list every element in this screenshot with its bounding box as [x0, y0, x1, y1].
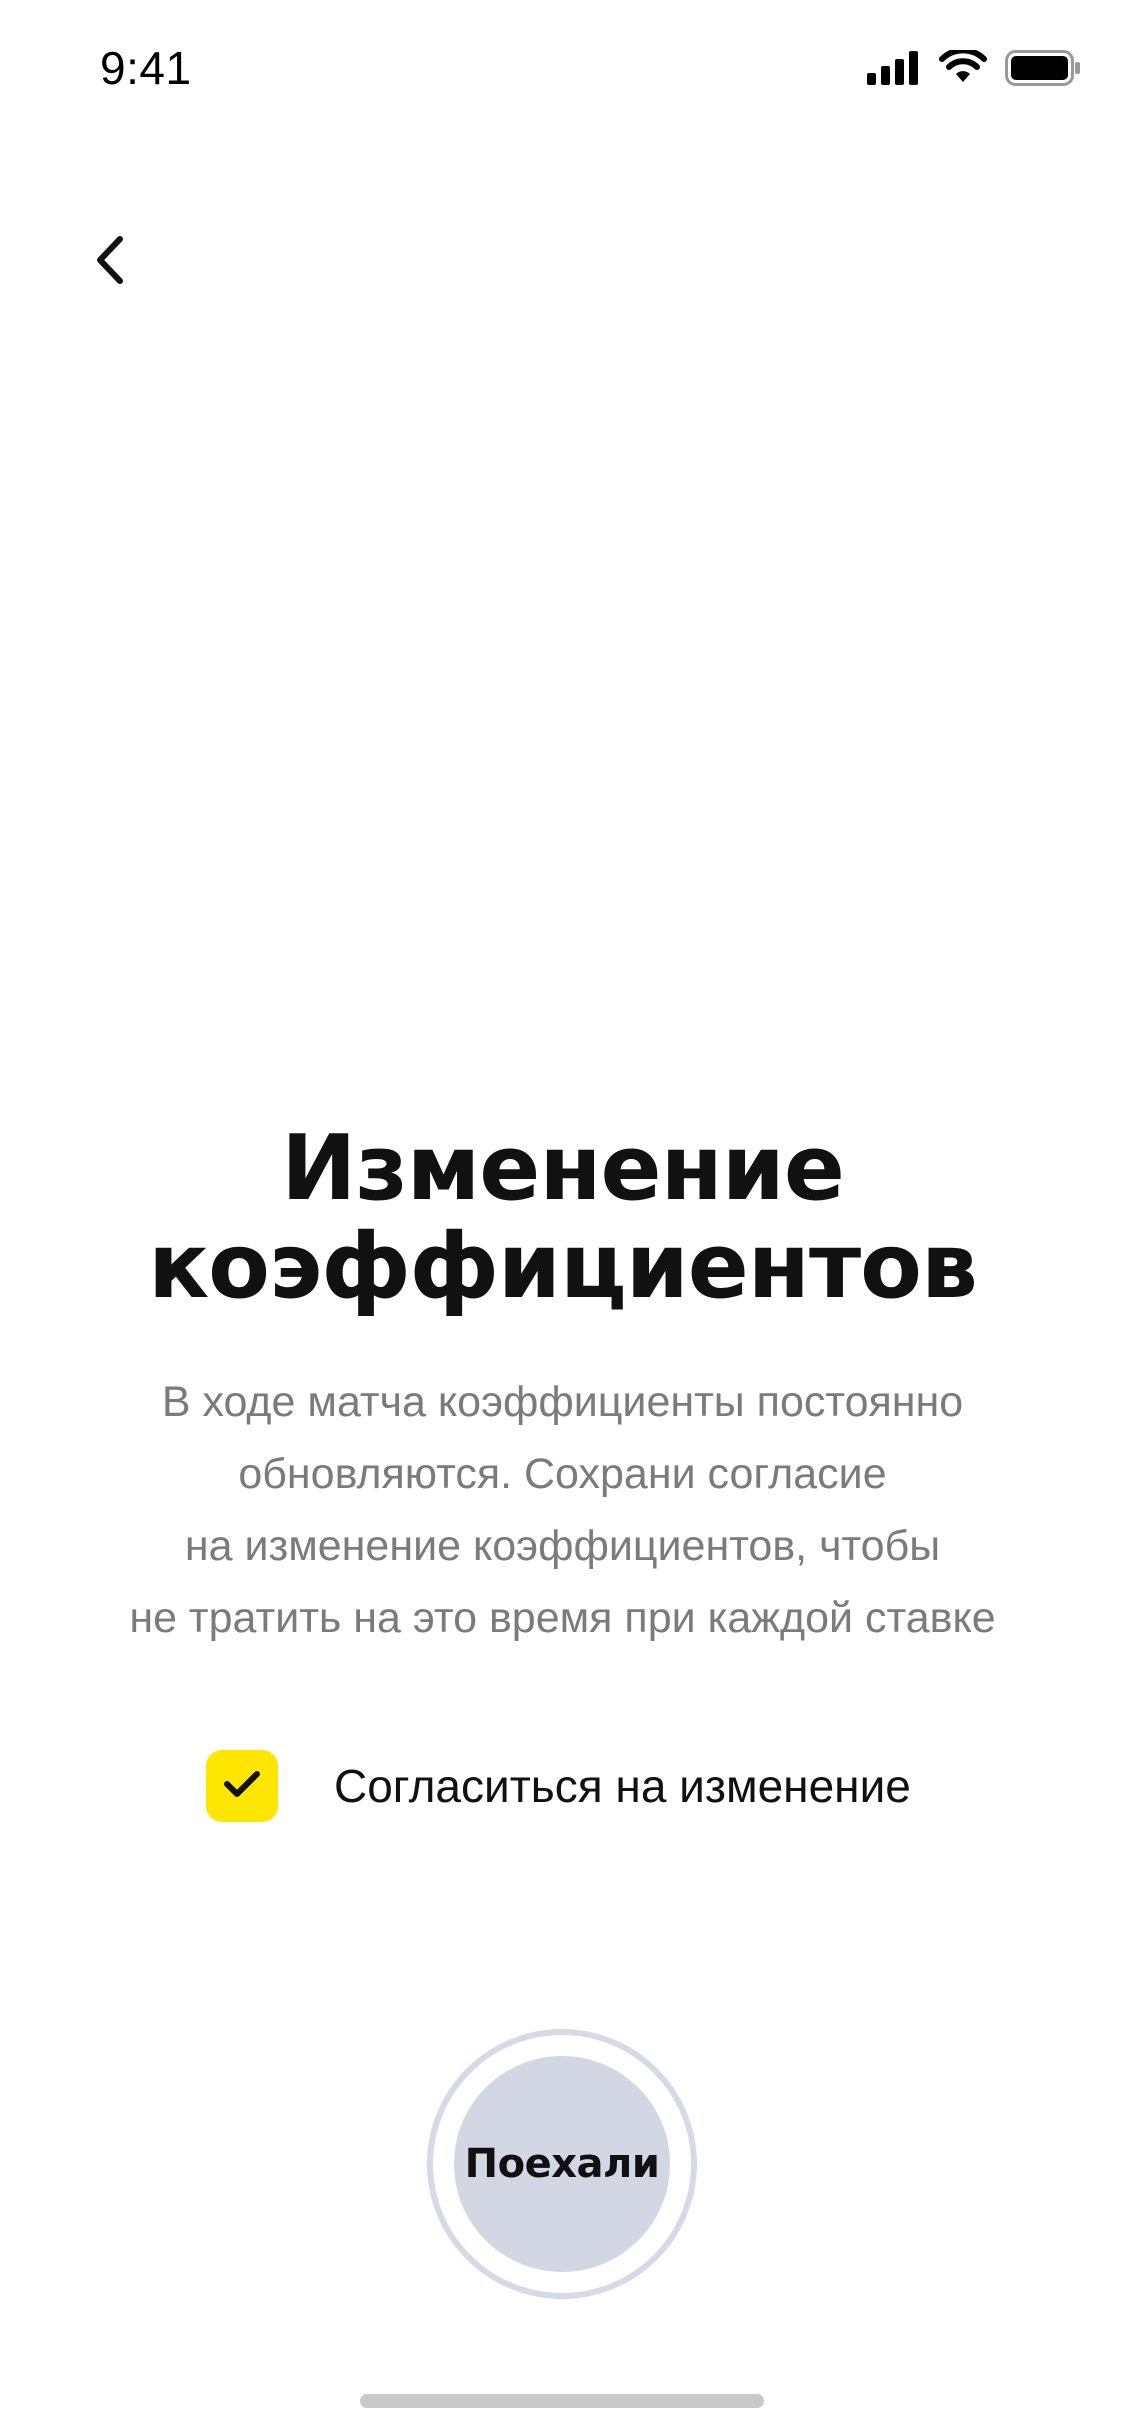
description-line: обновляются. Сохрани согласие [238, 1450, 887, 1498]
status-icons [867, 44, 1081, 92]
agree-checkbox-row[interactable]: Согласиться на изменение [206, 1748, 911, 1824]
status-time: 9:41 [100, 42, 192, 94]
go-button-label: Поехали [464, 2141, 660, 2187]
checkmark-icon [222, 1768, 262, 1805]
home-indicator[interactable] [360, 2394, 764, 2408]
description-line: не тратить на это время при каждой ставк… [129, 1594, 996, 1642]
chevron-left-icon [90, 235, 130, 290]
back-button[interactable] [72, 224, 148, 300]
wifi-icon [939, 50, 987, 86]
description-line: В ходе матча коэффициенты постоянно [161, 1378, 964, 1426]
agree-checkbox[interactable] [206, 1750, 278, 1822]
status-bar: 9:41 [0, 0, 1125, 132]
page-title-line: коэффициентов [148, 1214, 978, 1319]
description-line: на изменение коэффициентов, чтобы [184, 1522, 941, 1570]
page-title-line: Изменение [281, 1116, 845, 1221]
go-button[interactable]: Поехали [427, 2029, 697, 2299]
agree-checkbox-label[interactable]: Согласиться на изменение [334, 1756, 911, 1816]
battery-icon [1005, 50, 1081, 86]
page-description: В ходе матча коэффициенты постоянно обно… [40, 1366, 1085, 1654]
go-button-fill[interactable]: Поехали [454, 2056, 670, 2272]
page-title: Изменение коэффициентов [0, 1120, 1125, 1316]
cellular-signal-icon [867, 51, 921, 85]
